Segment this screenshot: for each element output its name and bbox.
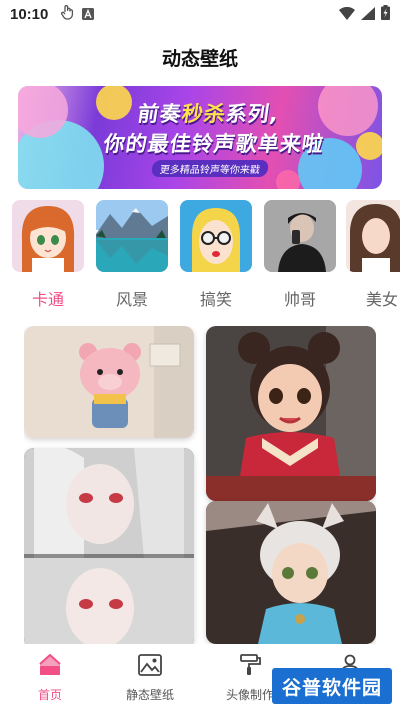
mountain-lake-thumbnail — [96, 200, 168, 272]
category-funny[interactable]: 搞笑 — [180, 200, 252, 310]
nav-static-wallpaper[interactable]: 静态壁纸 — [100, 644, 200, 711]
home-icon — [38, 653, 62, 680]
notification-a-icon — [82, 5, 95, 24]
category-label: 美女 — [365, 290, 398, 309]
man-portrait-thumbnail — [264, 200, 336, 272]
category-label: 搞笑 — [199, 290, 232, 309]
cartoon-girl-thumbnail — [12, 200, 84, 272]
chinese-girl-wallpaper[interactable] — [206, 326, 376, 501]
nav-home[interactable]: 首页 — [0, 644, 100, 711]
banner-headline-1: 前奏秒杀系列, — [136, 102, 281, 126]
nav-label: 头像制作 — [225, 688, 274, 702]
promo-banner[interactable]: 前奏秒杀系列, 你的最佳铃声歌单来啦 更多精品铃声等你来戳 — [18, 86, 382, 189]
banner-subtitle: 更多精品铃声等你来戳 — [150, 160, 270, 177]
site-watermark: 谷普软件园 — [272, 668, 392, 704]
wallpaper-grid — [24, 326, 376, 644]
category-cartoon[interactable]: 卡通 — [12, 200, 84, 310]
pink-bear-wallpaper[interactable] — [24, 326, 194, 438]
category-beauty[interactable]: 美女 — [346, 200, 400, 310]
nav-label: 首页 — [37, 688, 62, 702]
battery-charging-icon — [381, 4, 390, 24]
gesture-icon — [60, 4, 74, 24]
sunglasses-girl-thumbnail — [180, 200, 252, 272]
category-label: 帅哥 — [283, 290, 316, 309]
wifi-icon — [339, 5, 355, 24]
category-label: 卡通 — [31, 290, 64, 309]
category-handsome[interactable]: 帅哥 — [264, 200, 336, 310]
status-bar: 10:10 — [0, 0, 400, 28]
status-time: 10:10 — [10, 5, 49, 23]
paint-roller-icon — [238, 654, 262, 680]
category-scenery[interactable]: 风景 — [96, 200, 168, 310]
white-hair-girl-wallpaper[interactable] — [24, 448, 194, 644]
banner-headline-2: 你的最佳铃声歌单来啦 — [102, 132, 326, 156]
woman-portrait-thumbnail — [346, 200, 400, 272]
category-strip: 卡通 风景 搞笑 帅哥 美女 — [0, 200, 400, 310]
cat-ear-boy-wallpaper[interactable] — [206, 501, 376, 644]
signal-icon — [361, 5, 375, 24]
image-icon — [138, 654, 162, 680]
page-title: 动态壁纸 — [161, 48, 238, 70]
watermark-text: 谷普软件园 — [281, 676, 382, 699]
category-label: 风景 — [115, 290, 148, 309]
nav-label: 静态壁纸 — [125, 688, 174, 702]
